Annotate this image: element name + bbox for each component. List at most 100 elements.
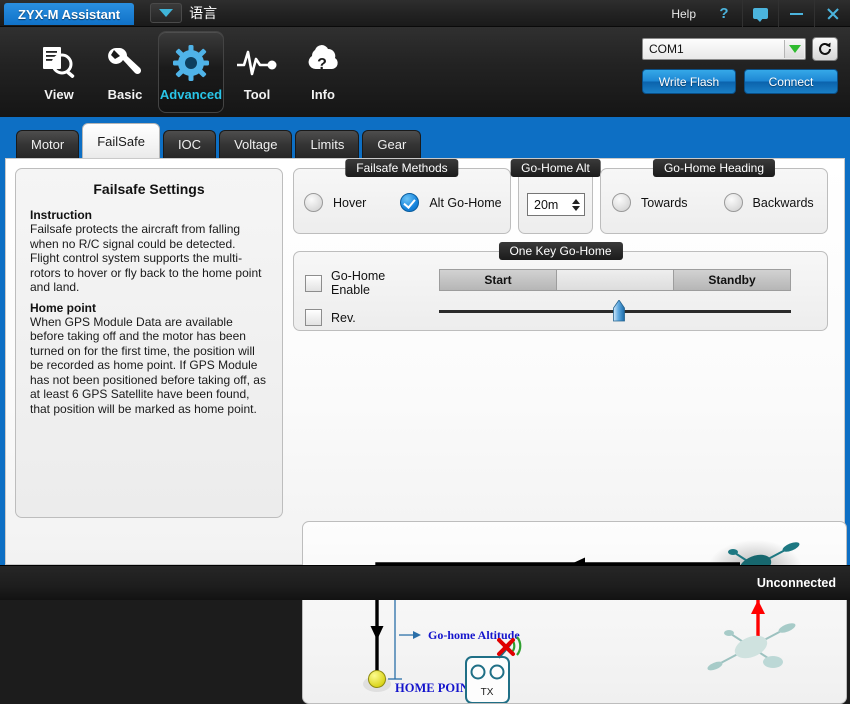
tab-motor[interactable]: Motor — [16, 130, 80, 158]
toolbar-label-basic: Basic — [107, 87, 143, 102]
help-label[interactable]: Help — [661, 0, 706, 27]
slider-thumb[interactable] — [612, 299, 625, 322]
radio-alt-go-home-label: Alt Go-Home — [429, 195, 502, 210]
failsafe-panel: Failsafe Settings Instruction Failsafe p… — [5, 158, 847, 704]
radio-hover[interactable]: Hover — [304, 193, 366, 212]
checkbox-go-home-enable[interactable]: Go-Home Enable — [305, 269, 423, 297]
radio-button-icon — [612, 193, 631, 212]
minimize-icon — [790, 12, 803, 15]
segment-standby[interactable]: Standby — [673, 269, 791, 291]
close-icon — [826, 7, 839, 20]
altitude-bracket — [388, 588, 402, 680]
com-port-dropdown-arrow[interactable] — [784, 40, 804, 58]
com-port-value: COM1 — [649, 42, 684, 56]
app-title-tab[interactable]: ZYX-M Assistant — [4, 3, 135, 25]
tab-ioc[interactable]: IOC — [162, 130, 217, 158]
chevron-down-icon — [159, 9, 174, 17]
stepper-down-icon[interactable] — [572, 205, 580, 211]
connection-controls: COM1 Write Flash Connect — [642, 37, 838, 94]
go-home-altitude-label: Go-home Altitude — [428, 628, 520, 642]
instruction-box: Failsafe Settings Instruction Failsafe p… — [15, 168, 283, 518]
chat-icon — [753, 8, 768, 22]
toolbar-item-basic[interactable]: Basic — [92, 31, 158, 113]
arrow-up-red — [751, 600, 765, 614]
failsafe-methods-group: Failsafe Methods Hover Alt Go-Home — [293, 159, 511, 234]
go-home-diagram: Go-home Altitude HOME POINT TX — [302, 521, 847, 704]
tab-motor-label: Motor — [31, 137, 65, 152]
instruction-heading-2: Home point — [30, 300, 96, 315]
language-selector[interactable]: 语言 — [144, 2, 223, 24]
waveform-icon — [235, 42, 279, 84]
minimize-button[interactable] — [778, 0, 814, 27]
language-dropdown-button[interactable] — [150, 3, 183, 23]
go-home-heading-group: Go-Home Heading Towards Backwards — [600, 159, 828, 234]
go-home-alt-stepper[interactable]: 20m — [527, 193, 585, 216]
one-key-go-home-group: One Key Go-Home Go-Home Enable Rev. Star… — [293, 242, 828, 331]
toolbar-label-view: View — [44, 87, 74, 102]
toolbar-item-tool[interactable]: Tool — [224, 31, 290, 113]
radio-towards[interactable]: Towards — [612, 193, 688, 212]
go-home-slider[interactable] — [439, 299, 791, 322]
checkbox-rev[interactable]: Rev. — [305, 309, 423, 326]
tab-failsafe[interactable]: FailSafe — [82, 123, 160, 158]
tx-transmitter: TX — [465, 636, 522, 703]
arrow-down-black — [370, 626, 384, 640]
app-title-label: ZYX-M Assistant — [18, 6, 121, 22]
toolbar-item-info[interactable]: ? Info — [290, 31, 356, 113]
instruction-body-2: When GPS Module Data are available befor… — [30, 314, 266, 416]
radio-button-selected-icon — [400, 193, 420, 212]
tab-gear[interactable]: Gear — [362, 130, 422, 158]
home-point-marker — [368, 670, 386, 688]
question-mark-icon: ? — [719, 5, 729, 22]
close-button[interactable] — [814, 0, 850, 27]
drone-light — [707, 623, 796, 671]
language-label: 语言 — [189, 5, 218, 21]
help-question-button[interactable]: ? — [706, 0, 742, 27]
tab-limits-label: Limits — [310, 137, 345, 152]
chevron-down-icon — [788, 45, 801, 53]
chat-button[interactable] — [742, 0, 778, 27]
titlebar-controls: Help ? — [661, 0, 850, 27]
failsafe-methods-label: Failsafe Methods — [345, 159, 459, 177]
diagram-svg: Go-home Altitude HOME POINT TX — [363, 540, 803, 703]
tab-voltage-label: Voltage — [234, 137, 278, 152]
write-flash-label: Write Flash — [658, 74, 720, 89]
write-flash-button[interactable]: Write Flash — [642, 69, 736, 94]
toolbar-item-view[interactable]: View — [26, 31, 92, 113]
tab-voltage[interactable]: Voltage — [219, 130, 293, 158]
segment-start-label: Start — [484, 273, 512, 287]
tab-ioc-label: IOC — [177, 137, 202, 152]
radio-backwards[interactable]: Backwards — [723, 193, 814, 212]
content-frame: Motor FailSafe IOC Voltage Limits Gear F… — [0, 117, 850, 704]
instruction-title: Failsafe Settings — [93, 181, 205, 197]
instruction-body-1: Failsafe protects the aircraft from fall… — [30, 222, 262, 294]
tab-limits[interactable]: Limits — [295, 130, 360, 158]
toolbar-label-tool: Tool — [243, 87, 271, 102]
main-toolbar: View Basic Advanced Tool ? Info COM1 Wri… — [0, 27, 850, 117]
checkbox-icon — [305, 274, 322, 292]
refresh-ports-button[interactable] — [812, 37, 838, 61]
help-text: Help — [671, 6, 696, 21]
go-home-enable-label: Go-Home Enable — [331, 269, 386, 297]
com-port-select[interactable]: COM1 — [642, 38, 806, 60]
no-signal-cross-icon — [497, 638, 515, 656]
altitude-arrow — [399, 631, 421, 639]
tab-failsafe-label: FailSafe — [97, 133, 145, 149]
radio-alt-go-home[interactable]: Alt Go-Home — [400, 193, 502, 212]
toolbar-label-info: Info — [311, 87, 335, 102]
radio-button-icon — [304, 193, 323, 212]
connect-button[interactable]: Connect — [744, 69, 838, 94]
tab-gear-label: Gear — [377, 137, 407, 152]
one-key-go-home-label: One Key Go-Home — [498, 242, 623, 260]
tab-strip: Motor FailSafe IOC Voltage Limits Gear — [5, 122, 845, 158]
segment-start[interactable]: Start — [439, 269, 557, 291]
radio-towards-label: Towards — [641, 195, 688, 210]
segment-middle[interactable] — [557, 269, 673, 291]
radio-backwards-label: Backwards — [752, 195, 814, 210]
toolbar-item-advanced[interactable]: Advanced — [158, 31, 224, 113]
radio-hover-label: Hover — [333, 195, 367, 210]
stepper-arrows[interactable] — [572, 198, 580, 211]
radio-button-icon — [723, 193, 743, 212]
stepper-up-icon[interactable] — [572, 198, 580, 204]
instruction-heading-1: Instruction — [30, 208, 92, 222]
